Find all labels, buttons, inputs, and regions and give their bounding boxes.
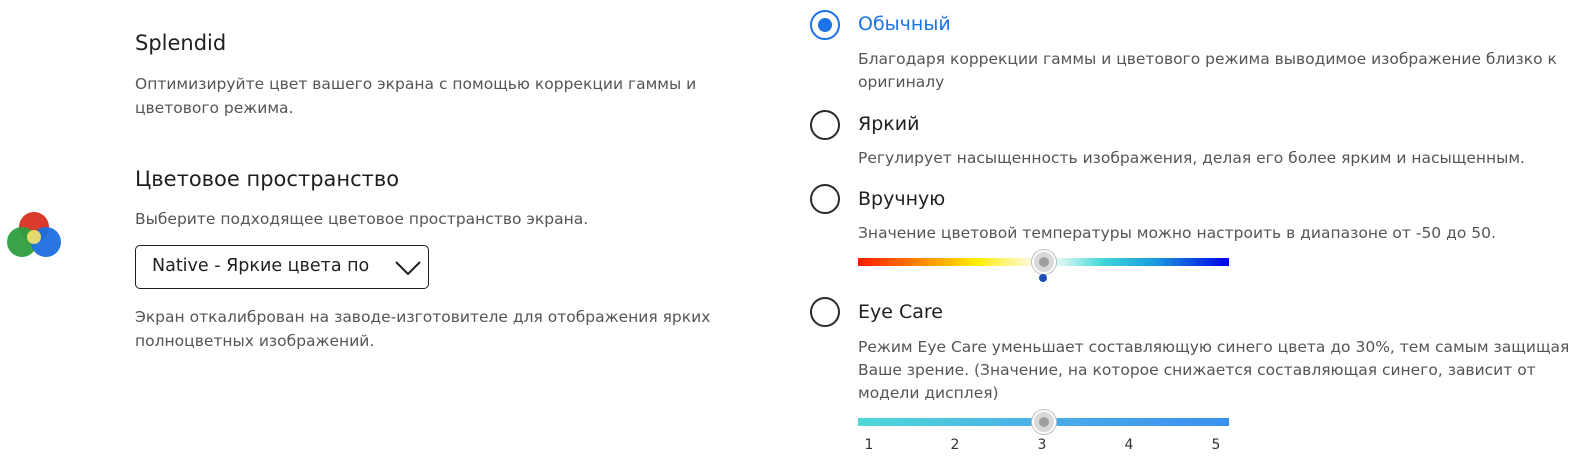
splendid-title: Splendid	[135, 31, 227, 55]
color-temperature-slider-thumb[interactable]	[1031, 250, 1056, 274]
radio-manual[interactable]	[810, 184, 840, 214]
splendid-description-line-1: Оптимизируйте цвет вашего экрана с помощ…	[135, 75, 697, 93]
splendid-color-icon	[7, 212, 61, 257]
slider-thumb-center	[1038, 257, 1049, 267]
splendid-description-line-2: цветового режима.	[135, 99, 294, 117]
color-space-select[interactable]: Native - Яркие цвета по	[135, 245, 429, 289]
eye-care-tick-1: 1	[864, 437, 874, 453]
color-space-note: Экран откалиброван на заводе-изготовител…	[135, 305, 735, 353]
option-eye-care-description-line-2: Ваше зрение. (Значение, на которое снижа…	[858, 361, 1536, 379]
option-normal-label[interactable]: Обычный	[858, 13, 951, 35]
option-eye-care-description: Режим Eye Care уменьшает составляющую си…	[858, 336, 1569, 405]
option-manual-description: Значение цветовой температуры можно наст…	[858, 224, 1496, 242]
radio-vivid[interactable]	[810, 110, 840, 140]
eye-care-tick-2: 2	[950, 437, 960, 453]
color-temperature-default-marker	[1039, 274, 1047, 282]
option-vivid-description: Регулирует насыщенность изображения, дел…	[858, 149, 1525, 167]
color-space-note-line-1: Экран откалиброван на заводе-изготовител…	[135, 308, 711, 326]
option-vivid-label[interactable]: Яркий	[858, 113, 919, 135]
color-space-description: Выберите подходящее цветовое пространств…	[135, 210, 589, 228]
option-normal-description-line-1: Благодаря коррекции гаммы и цветового ре…	[858, 50, 1557, 68]
color-space-note-line-2: полноцветных изображений.	[135, 332, 375, 350]
option-manual-label[interactable]: Вручную	[858, 188, 945, 210]
slider-thumb-center	[1038, 417, 1049, 427]
option-normal-description: Благодаря коррекции гаммы и цветового ре…	[858, 48, 1557, 94]
radio-selected-dot	[818, 18, 832, 32]
color-space-title: Цветовое пространство	[135, 167, 400, 191]
eye-care-tick-4: 4	[1124, 437, 1134, 453]
option-eye-care-description-line-1: Режим Eye Care уменьшает составляющую си…	[858, 338, 1570, 356]
eye-care-tick-5: 5	[1211, 437, 1221, 453]
radio-eye-care[interactable]	[810, 297, 840, 327]
option-normal-description-line-2: оригиналу	[858, 73, 945, 91]
option-eye-care-label[interactable]: Eye Care	[858, 301, 943, 323]
eye-care-tick-3: 3	[1037, 437, 1047, 453]
color-space-select-value: Native - Яркие цвета по	[152, 256, 370, 276]
splendid-description: Оптимизируйте цвет вашего экрана с помощ…	[135, 72, 735, 120]
radio-normal[interactable]	[810, 10, 840, 40]
chevron-down-icon	[395, 261, 421, 276]
eye-care-slider-thumb[interactable]	[1031, 410, 1056, 434]
option-eye-care-description-line-3: модели дисплея)	[858, 384, 999, 402]
